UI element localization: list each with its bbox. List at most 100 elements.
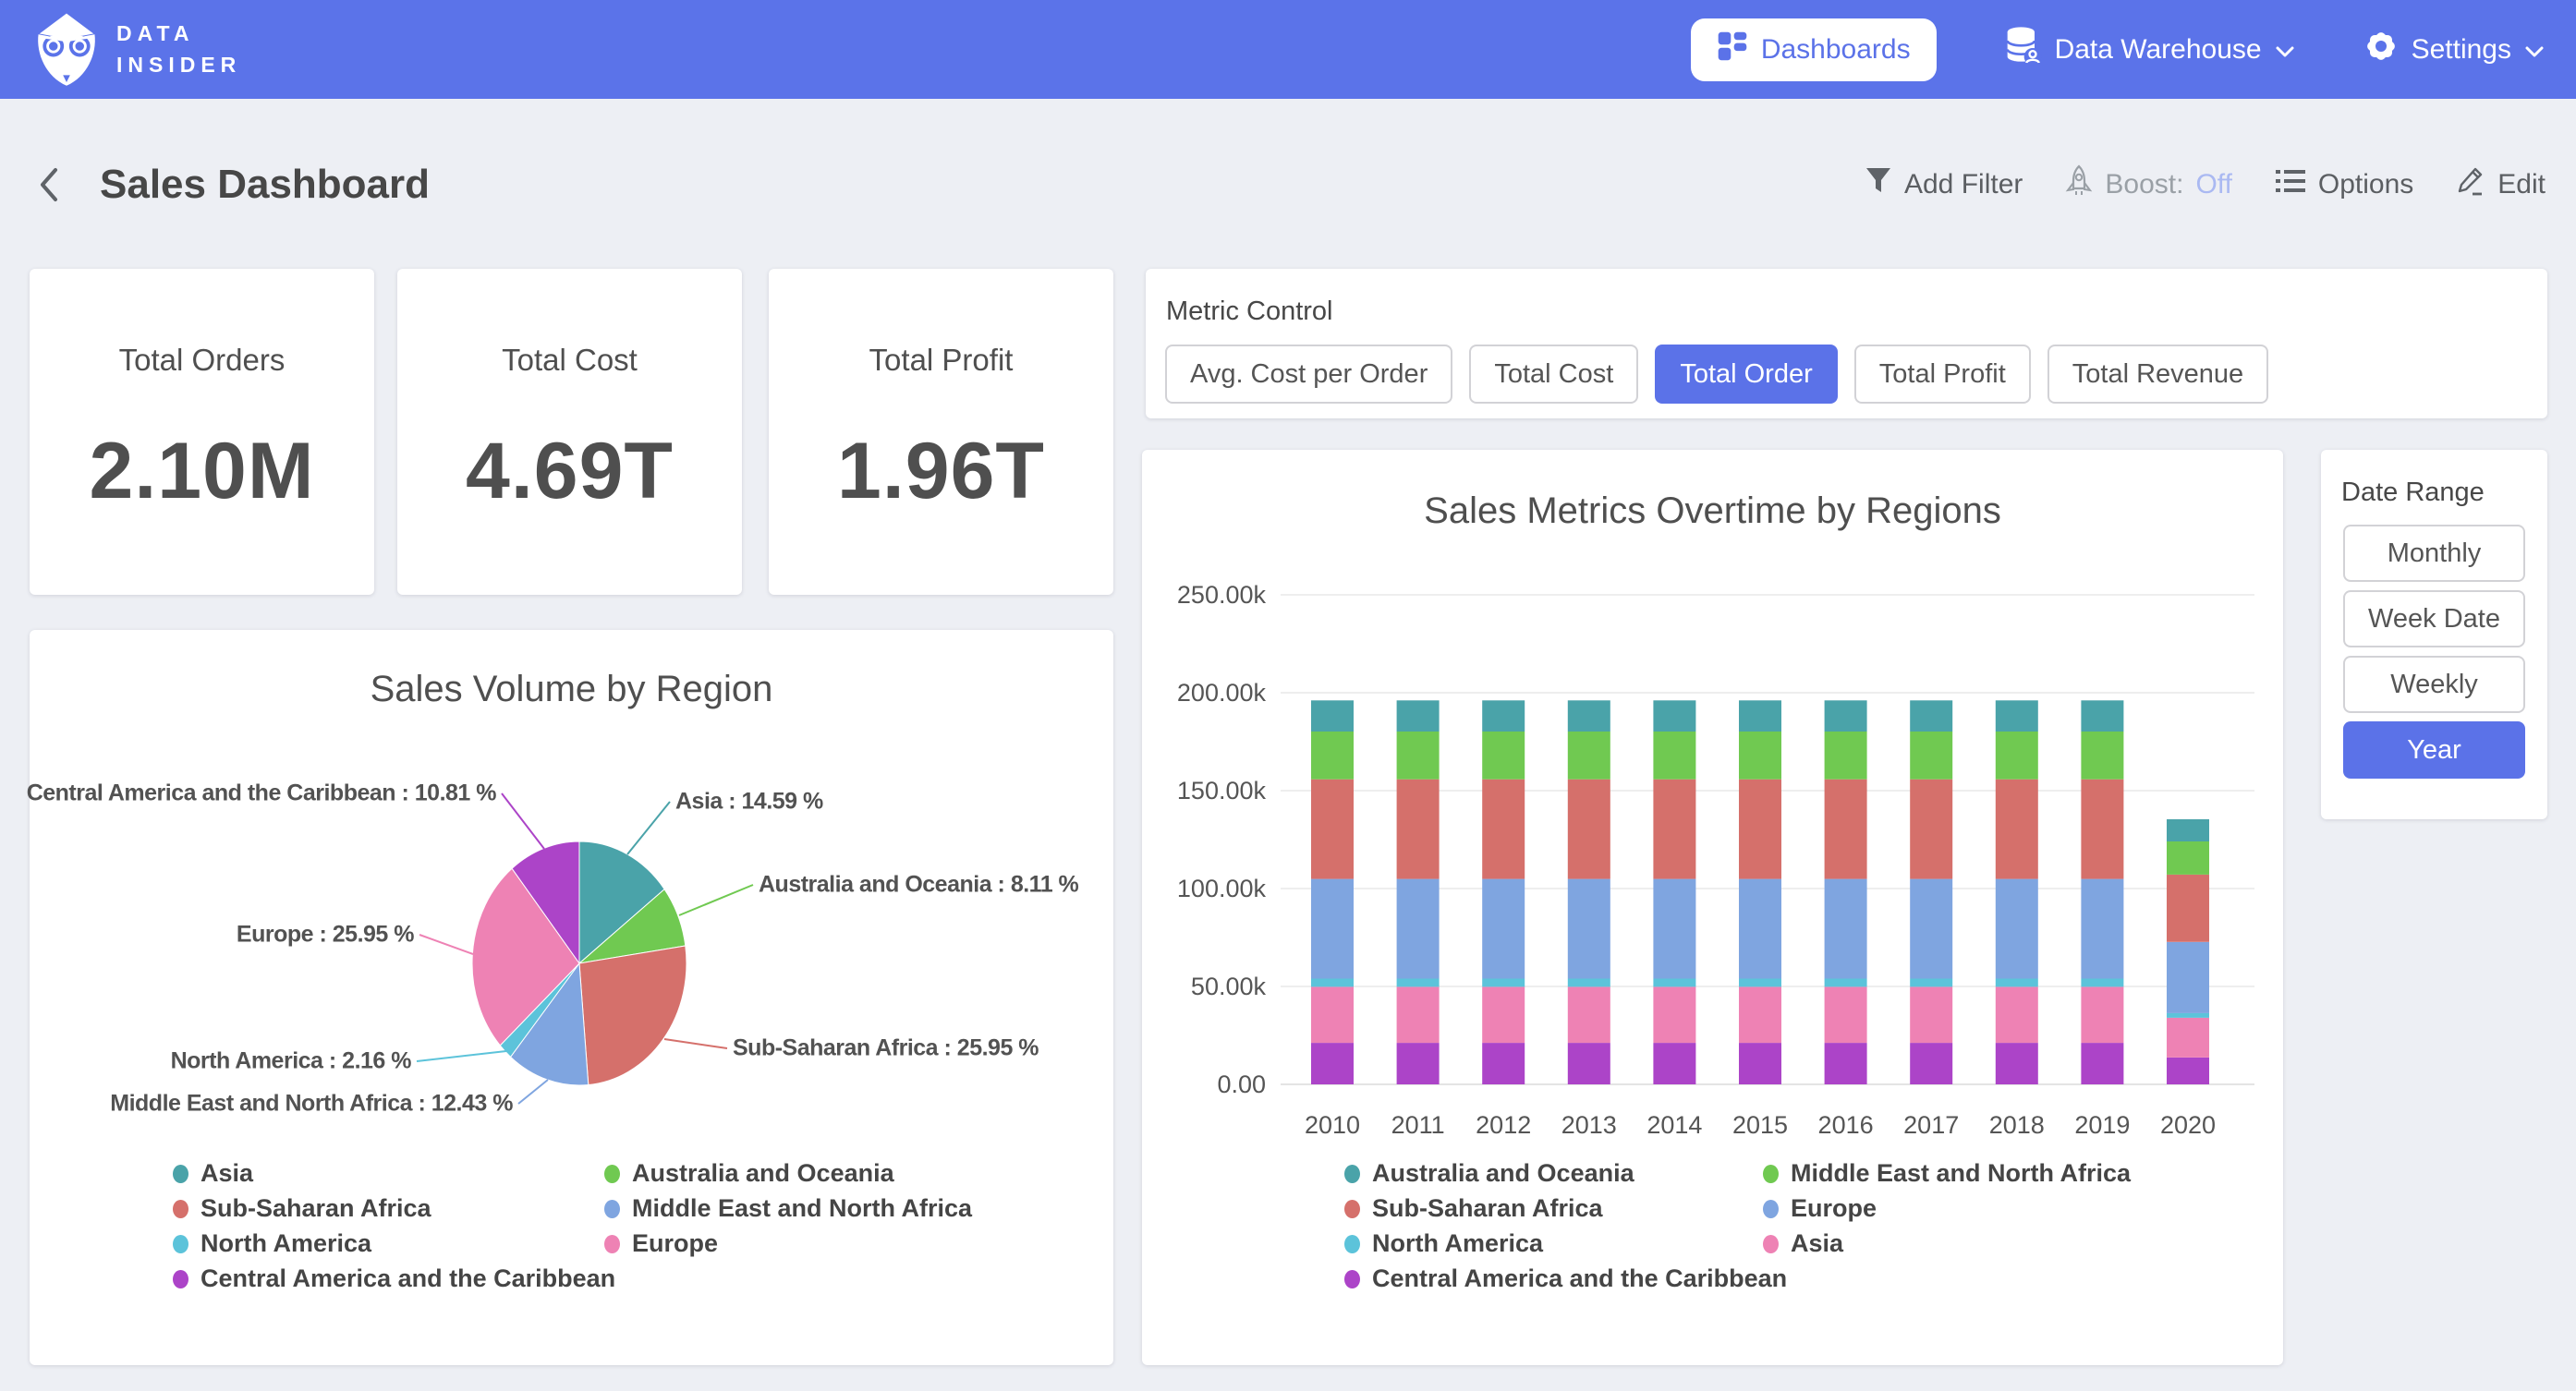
bar-segment-north-america-2012[interactable] [1482,979,1525,987]
bar-segment-middle-east-and-north-africa-2014[interactable] [1653,732,1695,780]
bar-segment-central-america-and-the-caribbean-2011[interactable] [1397,1043,1440,1084]
date-range-button-weekly[interactable]: Weekly [2343,656,2525,713]
bar-segment-middle-east-and-north-africa-2010[interactable] [1311,732,1354,780]
nav-dashboards[interactable]: Dashboards [1691,18,1937,81]
edit-button[interactable]: Edit [2456,165,2546,204]
bar-segment-central-america-and-the-caribbean-2014[interactable] [1653,1043,1695,1084]
bar-segment-north-america-2017[interactable] [1910,979,1952,987]
bar-segment-asia-2012[interactable] [1482,986,1525,1043]
bar-segment-europe-2020[interactable] [2167,942,2209,1013]
bar-segment-australia-and-oceania-2020[interactable] [2167,819,2209,841]
bar-segment-central-america-and-the-caribbean-2018[interactable] [1996,1043,2038,1084]
metric-button-total-profit[interactable]: Total Profit [1854,345,2031,404]
legend-item-asia[interactable]: Asia [173,1159,253,1188]
legend-item-central-america-and-the-caribbean[interactable]: Central America and the Caribbean [1344,1264,1787,1293]
bar-segment-europe-2014[interactable] [1653,879,1695,979]
bar-segment-central-america-and-the-caribbean-2010[interactable] [1311,1043,1354,1084]
bar-segment-australia-and-oceania-2018[interactable] [1996,700,2038,732]
add-filter-button[interactable]: Add Filter [1865,166,2023,203]
bar-segment-north-america-2015[interactable] [1739,979,1781,987]
boost-toggle[interactable]: Boost: Off [2065,164,2232,205]
bar-segment-asia-2016[interactable] [1825,986,1867,1043]
bar-segment-north-america-2018[interactable] [1996,979,2038,987]
bar-segment-australia-and-oceania-2014[interactable] [1653,700,1695,732]
bar-segment-north-america-2011[interactable] [1397,979,1440,987]
bar-segment-central-america-and-the-caribbean-2016[interactable] [1825,1043,1867,1084]
date-range-button-week-date[interactable]: Week Date [2343,590,2525,647]
bar-segment-central-america-and-the-caribbean-2012[interactable] [1482,1043,1525,1084]
bar-segment-europe-2015[interactable] [1739,879,1781,979]
legend-item-north-america[interactable]: North America [1344,1229,1543,1258]
bar-segment-north-america-2020[interactable] [2167,1013,2209,1018]
bar-segment-sub-saharan-africa-2015[interactable] [1739,780,1781,879]
legend-item-sub-saharan-africa[interactable]: Sub-Saharan Africa [1344,1194,1603,1223]
bar-segment-north-america-2014[interactable] [1653,979,1695,987]
bar-segment-australia-and-oceania-2013[interactable] [1568,700,1610,732]
bar-segment-asia-2013[interactable] [1568,986,1610,1043]
bar-segment-australia-and-oceania-2011[interactable] [1397,700,1440,732]
bar-segment-australia-and-oceania-2019[interactable] [2081,700,2123,732]
bar-segment-europe-2013[interactable] [1568,879,1610,979]
bar-segment-asia-2015[interactable] [1739,986,1781,1043]
legend-item-europe[interactable]: Europe [604,1229,718,1258]
back-button[interactable] [33,163,65,207]
bar-segment-australia-and-oceania-2012[interactable] [1482,700,1525,732]
bar-segment-sub-saharan-africa-2014[interactable] [1653,780,1695,879]
bar-segment-sub-saharan-africa-2011[interactable] [1397,780,1440,879]
bar-segment-middle-east-and-north-africa-2013[interactable] [1568,732,1610,780]
bar-segment-middle-east-and-north-africa-2017[interactable] [1910,732,1952,780]
bar-segment-asia-2018[interactable] [1996,986,2038,1043]
options-button[interactable]: Options [2275,168,2413,201]
bar-segment-sub-saharan-africa-2012[interactable] [1482,780,1525,879]
bar-segment-sub-saharan-africa-2020[interactable] [2167,875,2209,942]
bar-segment-middle-east-and-north-africa-2015[interactable] [1739,732,1781,780]
bar-segment-europe-2010[interactable] [1311,879,1354,979]
bar-segment-europe-2019[interactable] [2081,879,2123,979]
pie-slice-sub-saharan-africa[interactable] [579,946,687,1085]
bar-segment-sub-saharan-africa-2017[interactable] [1910,780,1952,879]
legend-item-middle-east-and-north-africa[interactable]: Middle East and North Africa [1763,1159,2131,1188]
bar-segment-asia-2020[interactable] [2167,1018,2209,1058]
legend-item-asia[interactable]: Asia [1763,1229,1843,1258]
legend-item-north-america[interactable]: North America [173,1229,371,1258]
bar-segment-sub-saharan-africa-2016[interactable] [1825,780,1867,879]
bar-segment-europe-2011[interactable] [1397,879,1440,979]
bar-segment-europe-2016[interactable] [1825,879,1867,979]
metric-button-avg-cost-per-order[interactable]: Avg. Cost per Order [1165,345,1452,404]
bar-segment-asia-2010[interactable] [1311,986,1354,1043]
bar-segment-middle-east-and-north-africa-2018[interactable] [1996,732,2038,780]
bar-segment-middle-east-and-north-africa-2016[interactable] [1825,732,1867,780]
bar-segment-central-america-and-the-caribbean-2017[interactable] [1910,1043,1952,1084]
bar-segment-sub-saharan-africa-2013[interactable] [1568,780,1610,879]
metric-button-total-cost[interactable]: Total Cost [1469,345,1638,404]
bar-segment-central-america-and-the-caribbean-2019[interactable] [2081,1043,2123,1084]
bar-segment-central-america-and-the-caribbean-2020[interactable] [2167,1058,2209,1084]
legend-item-australia-and-oceania[interactable]: Australia and Oceania [604,1159,894,1188]
bar-segment-middle-east-and-north-africa-2012[interactable] [1482,732,1525,780]
bar-segment-asia-2019[interactable] [2081,986,2123,1043]
bar-segment-middle-east-and-north-africa-2019[interactable] [2081,732,2123,780]
legend-item-europe[interactable]: Europe [1763,1194,1877,1223]
bar-segment-sub-saharan-africa-2018[interactable] [1996,780,2038,879]
bar-segment-sub-saharan-africa-2010[interactable] [1311,780,1354,879]
date-range-button-year[interactable]: Year [2343,721,2525,779]
legend-item-australia-and-oceania[interactable]: Australia and Oceania [1344,1159,1634,1188]
bar-segment-north-america-2019[interactable] [2081,979,2123,987]
bar-segment-australia-and-oceania-2017[interactable] [1910,700,1952,732]
bar-segment-north-america-2010[interactable] [1311,979,1354,987]
nav-settings[interactable]: Settings [2363,29,2545,71]
legend-item-sub-saharan-africa[interactable]: Sub-Saharan Africa [173,1194,431,1223]
bar-segment-north-america-2013[interactable] [1568,979,1610,987]
bar-segment-asia-2017[interactable] [1910,986,1952,1043]
bar-segment-europe-2017[interactable] [1910,879,1952,979]
bar-segment-north-america-2016[interactable] [1825,979,1867,987]
bar-segment-australia-and-oceania-2016[interactable] [1825,700,1867,732]
nav-data-warehouse[interactable]: Data Warehouse [2005,26,2295,74]
metric-button-total-revenue[interactable]: Total Revenue [2047,345,2268,404]
bar-segment-middle-east-and-north-africa-2020[interactable] [2167,841,2209,875]
bar-segment-middle-east-and-north-africa-2011[interactable] [1397,732,1440,780]
legend-item-middle-east-and-north-africa[interactable]: Middle East and North Africa [604,1194,972,1223]
bar-segment-central-america-and-the-caribbean-2013[interactable] [1568,1043,1610,1084]
bar-segment-asia-2011[interactable] [1397,986,1440,1043]
metric-button-total-order[interactable]: Total Order [1655,345,1837,404]
